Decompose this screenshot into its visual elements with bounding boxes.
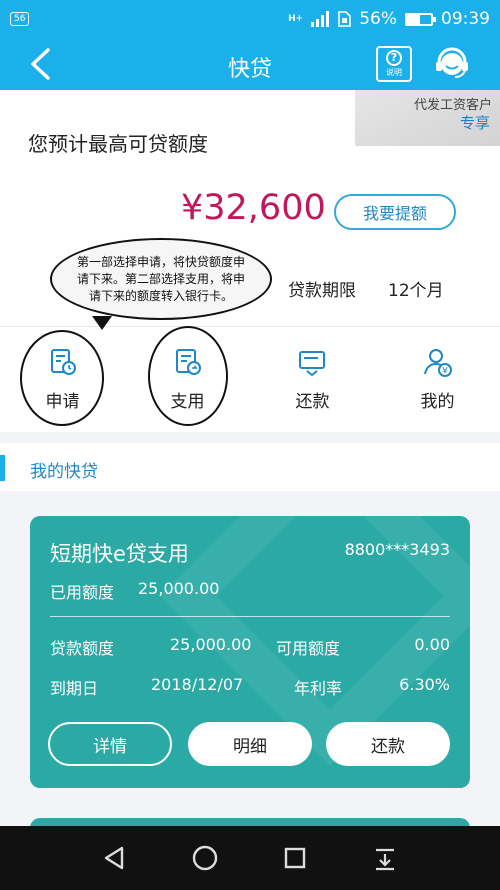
loan-card: 短期快e贷支用 8800***3493 已用额度 25,000.00 贷款额度 …	[30, 516, 470, 788]
my-loans-header: 我的快贷	[0, 443, 500, 491]
repay-button[interactable]: 还款	[326, 722, 450, 766]
corner-tag: 代发工资客户 专享	[355, 90, 500, 150]
loan-product-name: 短期快e贷支用	[50, 542, 189, 566]
pull-down-icon	[376, 848, 394, 871]
raise-quota-button[interactable]: 我要提额	[334, 194, 456, 230]
details-button[interactable]: 详情	[48, 722, 172, 766]
nav-bar: 快贷 ? 说明	[0, 38, 500, 90]
system-recents-button[interactable]	[278, 841, 312, 875]
battery-icon	[405, 12, 436, 26]
battery-level-fill	[407, 14, 421, 24]
repay-card-icon	[298, 351, 325, 377]
action-label: 我的	[420, 392, 455, 412]
used-amount-value: 25,000.00	[138, 579, 220, 598]
signal-icon	[311, 11, 330, 27]
square-recents-icon	[284, 847, 306, 869]
network-type: H+	[288, 14, 304, 24]
loan-term-value: 12个月	[388, 281, 444, 301]
status-time: 09:39	[441, 9, 490, 29]
status-indicators: H+ 56% 09:39	[288, 9, 490, 29]
statement-button[interactable]: 明细	[188, 722, 312, 766]
corner-tag-line1: 代发工资客户	[413, 98, 492, 113]
annotation-tail	[92, 316, 112, 330]
system-home-button[interactable]	[188, 841, 222, 875]
loan-term-label: 贷款期限	[288, 281, 356, 301]
chevron-left-icon	[31, 48, 50, 80]
annotation-bubble: 第一部选择申请，将快贷额度申请下来。第二部选择支用，将申请下来的额度转入银行卡。	[50, 238, 272, 320]
used-amount-label: 已用额度	[50, 583, 115, 602]
battery-percent: 56%	[359, 9, 397, 29]
user-yen-icon: ¥	[423, 349, 452, 377]
headset-icon	[436, 47, 468, 78]
apply-calendar-icon	[50, 349, 76, 375]
quota-title: 您预计最高可贷额度	[28, 132, 208, 156]
available-amount-value: 0.00	[414, 635, 450, 654]
action-withdraw[interactable]: 支用	[125, 327, 250, 432]
annual-rate-label: 年利率	[294, 679, 343, 698]
help-label: 说明	[386, 68, 402, 77]
action-mine[interactable]: ¥ 我的	[375, 327, 500, 432]
system-notification-button[interactable]	[368, 841, 402, 875]
circle-home-icon	[192, 845, 218, 871]
action-row: 申请 支用 还款 ¥ 我的	[0, 326, 500, 432]
sim-icon	[338, 11, 352, 27]
status-bar: 56 H+ 56% 09:39	[0, 0, 500, 38]
quota-amount: ¥32,600	[181, 188, 326, 228]
corner-tag-line2: 专享	[459, 114, 490, 132]
action-repay[interactable]: 还款	[250, 327, 375, 432]
my-loans-title: 我的快贷	[30, 462, 98, 482]
question-icon: ?	[386, 50, 402, 66]
triangle-back-icon	[104, 846, 124, 870]
loan-account-number: 8800***3493	[344, 540, 450, 559]
withdraw-arrow-icon	[175, 349, 201, 375]
due-date-label: 到期日	[50, 679, 99, 698]
action-label: 申请	[45, 392, 80, 412]
action-label: 支用	[170, 392, 205, 412]
due-date-value: 2018/12/07	[151, 675, 244, 694]
page-title: 快贷	[227, 57, 272, 82]
status-notification-badge: 56	[10, 12, 30, 26]
card-divider	[50, 616, 450, 617]
loan-amount-label: 贷款额度	[50, 639, 115, 658]
annual-rate-value: 6.30%	[399, 675, 450, 694]
system-nav-bar	[0, 826, 500, 890]
back-button[interactable]	[22, 46, 58, 82]
customer-service-button[interactable]	[432, 44, 472, 84]
action-apply[interactable]: 申请	[0, 327, 125, 432]
svg-text:¥: ¥	[442, 367, 448, 377]
loan-amount-value: 25,000.00	[170, 635, 252, 654]
action-label: 还款	[295, 392, 330, 412]
system-back-button[interactable]	[98, 841, 132, 875]
section-accent-bar	[0, 455, 5, 481]
available-amount-label: 可用额度	[276, 639, 341, 658]
help-button[interactable]: ? 说明	[376, 46, 412, 82]
